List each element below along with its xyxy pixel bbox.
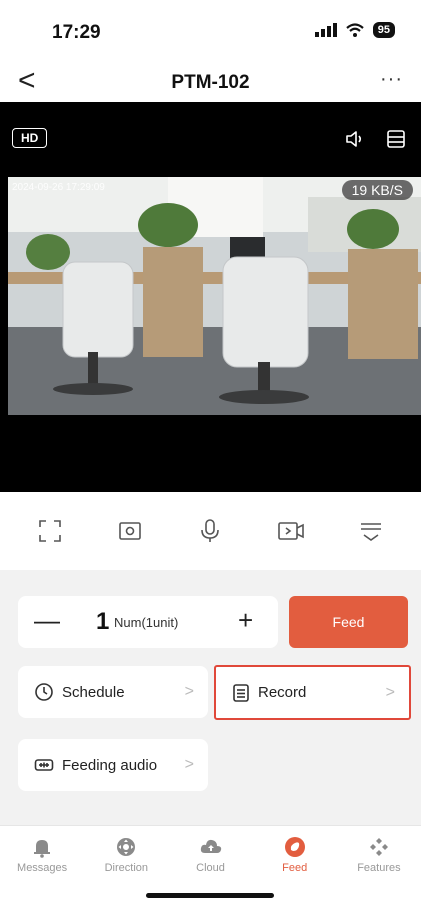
layout-icon[interactable] bbox=[385, 128, 407, 150]
schedule-label: Schedule bbox=[62, 683, 125, 701]
quantity-stepper: — 1 Num(1unit) + bbox=[18, 596, 278, 648]
page-title: PTM-102 bbox=[171, 72, 250, 93]
tab-bar: Messages Direction Cloud Feed Features bbox=[0, 825, 421, 903]
video-controls bbox=[0, 492, 421, 570]
fullscreen-icon bbox=[39, 520, 61, 542]
status-bar: 17:29 95 bbox=[0, 0, 421, 64]
video-record-icon bbox=[277, 522, 304, 540]
audio-icon bbox=[34, 757, 54, 773]
feeding-audio-option[interactable]: Feeding audio > bbox=[18, 739, 208, 791]
feeding-audio-label: Feeding audio bbox=[62, 756, 158, 774]
nav-bar: < PTM-102 ··· bbox=[0, 64, 421, 102]
status-time: 17:29 bbox=[52, 22, 101, 43]
tab-feed[interactable]: Feed bbox=[253, 826, 337, 903]
office-scene-image bbox=[8, 177, 421, 415]
tab-direction[interactable]: Direction bbox=[84, 826, 168, 903]
feed-panel: — 1 Num(1unit) + Feed Schedule > Record … bbox=[0, 570, 421, 825]
chevron-right-icon: > bbox=[184, 756, 194, 773]
wifi-icon bbox=[346, 23, 364, 37]
record-option[interactable]: Record > bbox=[214, 665, 411, 720]
tab-messages[interactable]: Messages bbox=[0, 826, 84, 903]
tab-label: Cloud bbox=[196, 862, 225, 874]
decrease-button[interactable]: — bbox=[34, 606, 60, 634]
document-icon bbox=[232, 683, 250, 703]
status-icons: 95 bbox=[314, 22, 395, 38]
increase-button[interactable]: + bbox=[238, 606, 253, 634]
tab-label: Messages bbox=[17, 862, 68, 874]
video-timestamp: 2024-09-26 17:29:09 bbox=[12, 182, 105, 193]
chevron-right-icon: > bbox=[385, 683, 395, 701]
camera-feed: 2024-09-26 17:29:09 19 KB/S bbox=[8, 177, 421, 415]
tab-label: Features bbox=[357, 862, 401, 874]
snapshot-button[interactable] bbox=[108, 509, 152, 553]
talk-button[interactable] bbox=[188, 509, 232, 553]
joystick-icon bbox=[117, 838, 136, 856]
record-label: Record bbox=[258, 684, 307, 701]
video-player[interactable]: HD 2024-09-26 17:29:09 19 KB/S bbox=[0, 102, 421, 492]
quality-toggle[interactable]: HD bbox=[12, 128, 48, 148]
battery-icon: 95 bbox=[372, 22, 395, 38]
bitrate-badge: 19 KB/S bbox=[341, 180, 413, 200]
chevron-right-icon: > bbox=[184, 683, 194, 700]
feed-button[interactable]: Feed bbox=[289, 596, 408, 648]
clock-icon bbox=[34, 682, 54, 702]
tab-cloud[interactable]: Cloud bbox=[168, 826, 252, 903]
cloud-icon bbox=[200, 839, 221, 853]
record-video-button[interactable] bbox=[269, 509, 313, 553]
more-menu-icon bbox=[360, 523, 381, 541]
speaker-icon[interactable] bbox=[344, 128, 366, 150]
more-controls-button[interactable] bbox=[349, 509, 393, 553]
quantity-unit: Num(1unit) bbox=[114, 615, 179, 630]
snapshot-icon bbox=[119, 522, 142, 540]
feed-icon bbox=[284, 837, 305, 857]
schedule-option[interactable]: Schedule > bbox=[18, 666, 208, 718]
bell-icon bbox=[34, 840, 51, 858]
tab-label: Direction bbox=[104, 862, 148, 874]
home-indicator bbox=[146, 893, 274, 898]
features-icon bbox=[369, 838, 388, 856]
signal-icon bbox=[314, 23, 337, 37]
microphone-icon bbox=[201, 519, 220, 542]
quantity-value: 1 bbox=[96, 608, 110, 635]
more-button[interactable]: ··· bbox=[380, 68, 403, 91]
fullscreen-button[interactable] bbox=[28, 509, 72, 553]
tab-label: Feed bbox=[282, 862, 308, 874]
tab-features[interactable]: Features bbox=[337, 826, 421, 903]
